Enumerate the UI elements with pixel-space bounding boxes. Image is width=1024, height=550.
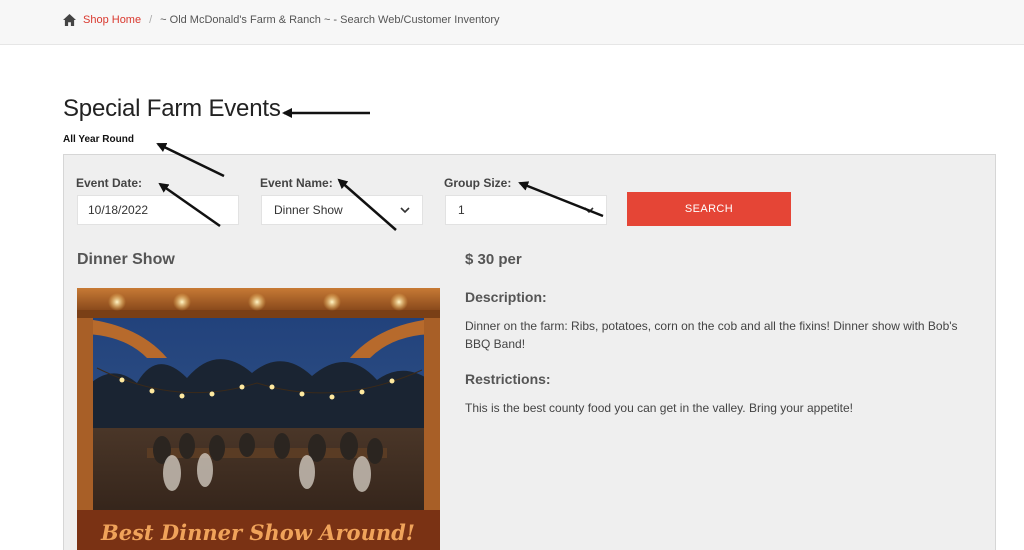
group-size-select[interactable]: 1 <box>445 195 607 225</box>
restrictions-heading: Restrictions: <box>465 371 551 387</box>
breadcrumb-current: ~ Old McDonald's Farm & Ranch ~ - Search… <box>160 14 500 26</box>
search-button[interactable]: SEARCH <box>627 192 791 226</box>
event-date-label: Event Date: <box>76 176 143 190</box>
description-text: Dinner on the farm: Ribs, potatoes, corn… <box>465 319 958 351</box>
event-name-label: Event Name: <box>260 176 333 190</box>
event-price: $ 30 per <box>465 251 522 268</box>
page-title: Special Farm Events <box>63 95 281 122</box>
page-subtitle: All Year Round <box>63 134 134 145</box>
photo-caption: Best Dinner Show Around! <box>100 520 415 545</box>
event-photo: Best Dinner Show Around! <box>77 288 440 550</box>
event-name-heading: Dinner Show <box>77 251 175 268</box>
group-size-label: Group Size: <box>444 176 512 190</box>
event-name-select[interactable]: Dinner Show <box>261 195 423 225</box>
breadcrumb: Shop Home / ~ Old McDonald's Farm & Ranc… <box>63 14 500 26</box>
group-size-selected: 1 <box>458 203 465 217</box>
home-icon <box>63 14 76 26</box>
event-name-selected: Dinner Show <box>274 203 343 217</box>
chevron-down-icon <box>400 206 410 213</box>
breadcrumb-bar: Shop Home / ~ Old McDonald's Farm & Ranc… <box>0 0 1024 45</box>
event-date-input[interactable]: 10/18/2022 <box>77 195 239 225</box>
breadcrumb-shop-home-link[interactable]: Shop Home <box>83 14 141 26</box>
event-date-value: 10/18/2022 <box>88 203 149 217</box>
restrictions-text: This is the best county food you can get… <box>465 401 854 415</box>
event-panel: Event Date: 10/18/2022 Event Name: Dinne… <box>63 154 996 550</box>
breadcrumb-separator: / <box>149 14 153 26</box>
dinner-photo-illustration: Best Dinner Show Around! <box>77 288 440 550</box>
chevron-down-icon <box>584 206 594 213</box>
description-heading: Description: <box>465 289 547 305</box>
